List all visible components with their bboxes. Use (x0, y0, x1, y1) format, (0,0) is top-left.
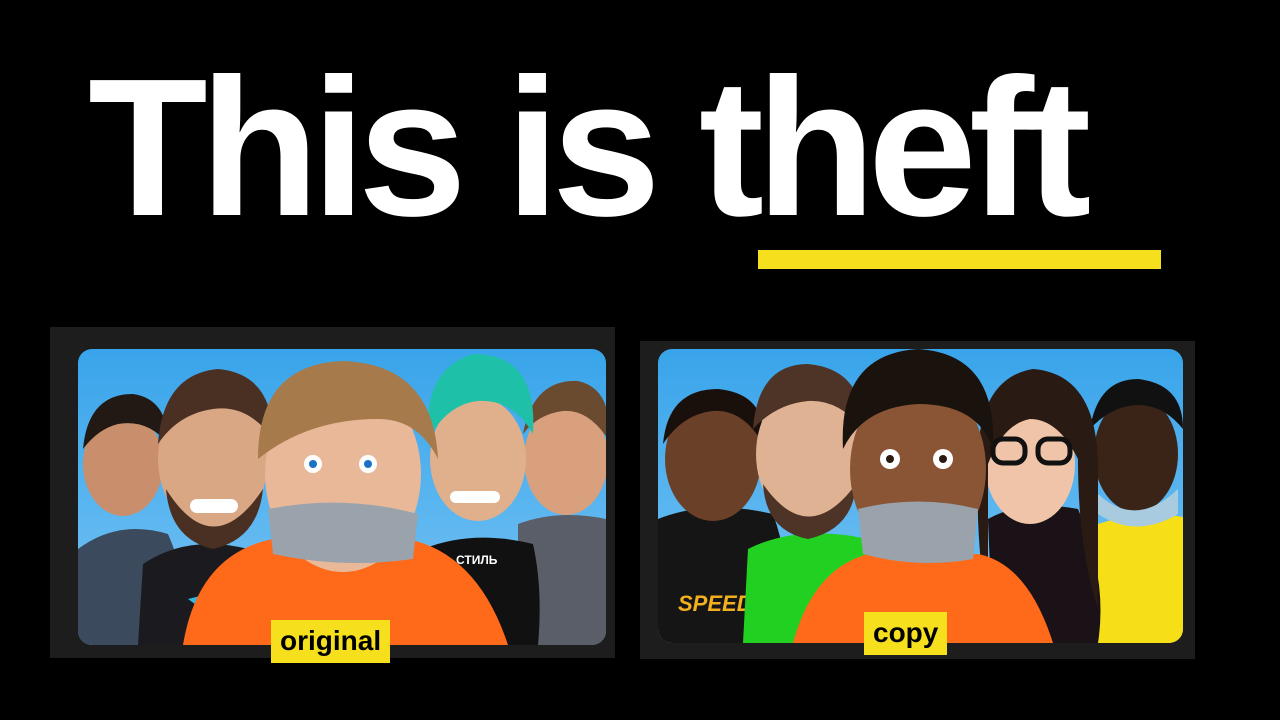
headline-prefix: This is (88, 38, 661, 257)
person-5 (1090, 379, 1183, 643)
emphasis-underline (758, 250, 1161, 269)
original-thumbnail-frame: СТИЛЬ (50, 327, 615, 658)
copy-thumbnail-image: SPEED (658, 349, 1183, 643)
copy-thumbnail-illustration: SPEED (658, 349, 1183, 643)
shirt-text-copy: SPEED (678, 591, 753, 616)
thumbnail-canvas: This is theft СТИЛЬ SPEED original copy (0, 0, 1280, 720)
headline-emphasis: theft (698, 38, 1092, 257)
copy-label: copy (864, 612, 948, 655)
headline: This is theft (88, 50, 1091, 246)
shirt-text-original: СТИЛЬ (456, 553, 498, 567)
original-thumbnail-image: СТИЛЬ (78, 349, 606, 645)
original-thumbnail-illustration: СТИЛЬ (78, 354, 606, 645)
original-label: original (271, 620, 391, 663)
